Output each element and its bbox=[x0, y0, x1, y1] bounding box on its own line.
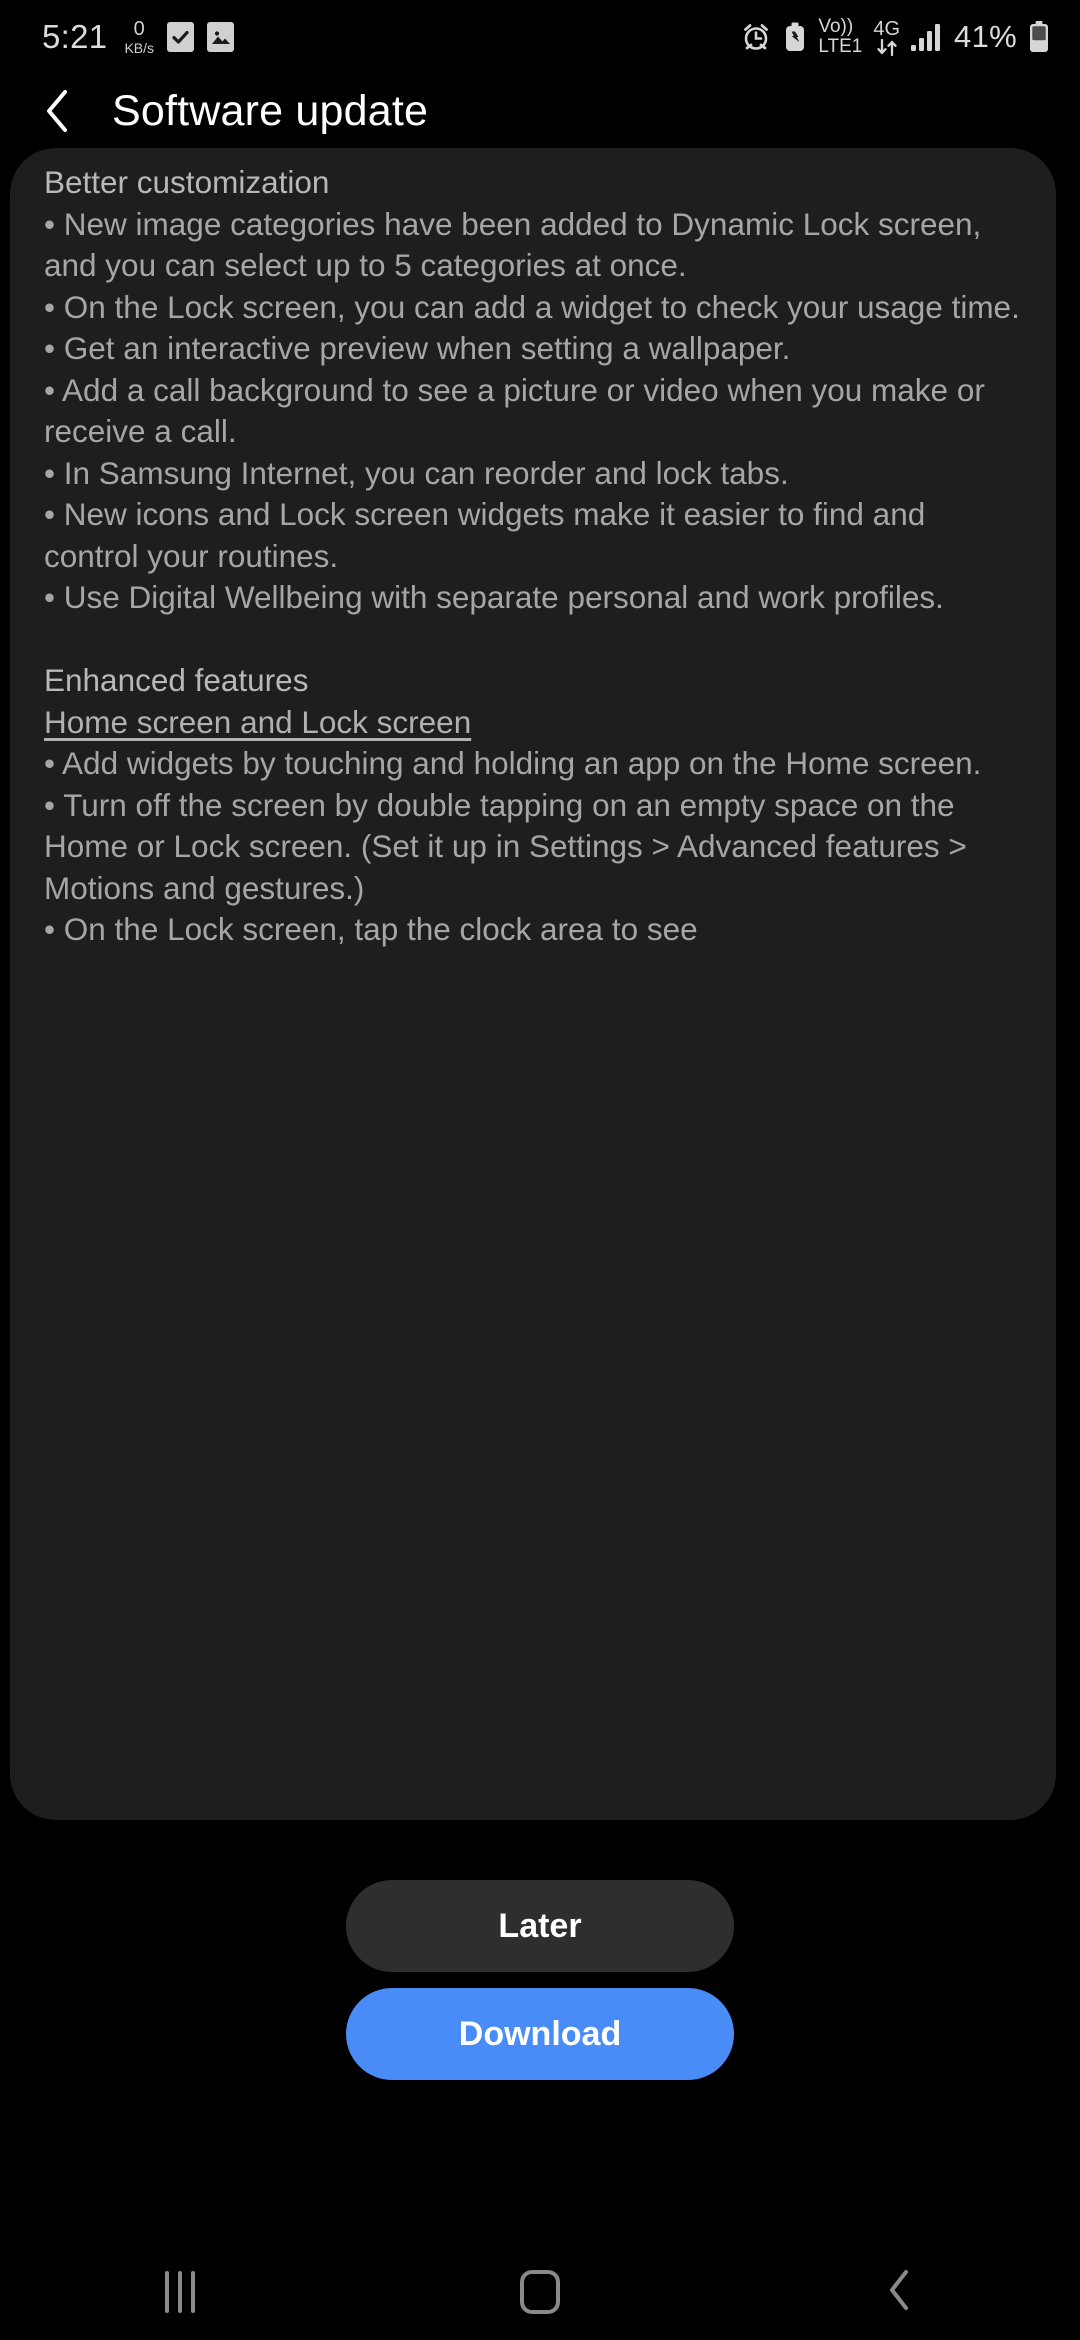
section-heading-enhanced-features: Enhanced features bbox=[44, 662, 309, 698]
list-item: • On the Lock screen, tap the clock area… bbox=[44, 911, 698, 947]
app-header: Software update bbox=[0, 74, 1080, 148]
battery-saver-icon bbox=[783, 21, 807, 53]
list-item: • New image categories have been added t… bbox=[44, 205, 982, 284]
list-item: • In Samsung Internet, you can reorder a… bbox=[44, 454, 789, 491]
release-notes-content: Better customization • New image categor… bbox=[44, 162, 1022, 951]
status-bar-right: Vo)) LTE1 4G 41% bbox=[740, 17, 1050, 56]
status-bar: 5:21 0 KB/s Vo)) LTE1 4G 41% bbox=[0, 0, 1080, 74]
battery-percent-label: 41% bbox=[954, 19, 1017, 54]
recents-icon bbox=[165, 2271, 195, 2313]
volte-label-line1: Vo)) bbox=[818, 16, 854, 38]
list-item: • Use Digital Wellbeing with separate pe… bbox=[44, 579, 944, 615]
volte-label-line2: LTE1 bbox=[818, 36, 863, 57]
system-navigation-bar bbox=[0, 2244, 1080, 2340]
data-transfer-arrows-icon bbox=[876, 38, 898, 56]
home-button[interactable] bbox=[450, 2244, 630, 2340]
page-title: Software update bbox=[112, 86, 429, 135]
network-speed-value: 0 bbox=[133, 18, 145, 40]
list-item: • Turn off the screen by double tapping … bbox=[44, 786, 967, 906]
checkbox-checked-icon bbox=[167, 22, 195, 52]
release-notes-card[interactable]: Better customization • New image categor… bbox=[10, 148, 1056, 1820]
recents-button[interactable] bbox=[90, 2244, 270, 2340]
signal-bars-icon bbox=[911, 22, 943, 52]
download-button[interactable]: Download bbox=[346, 1988, 734, 2080]
network-speed-indicator: 0 KB/s bbox=[124, 19, 154, 55]
list-item: • Get an interactive preview when settin… bbox=[44, 330, 791, 366]
list-item: • Add a call background to see a picture… bbox=[44, 371, 985, 450]
subsection-heading-home-and-lock-screen: Home screen and Lock screen bbox=[44, 703, 472, 740]
list-item: • On the Lock screen, you can add a widg… bbox=[44, 288, 1020, 325]
list-item: • Add widgets by touching and holding an… bbox=[44, 745, 982, 781]
section-heading-better-customization: Better customization bbox=[44, 164, 330, 200]
battery-icon bbox=[1028, 20, 1050, 54]
status-bar-left: 5:21 0 KB/s bbox=[42, 18, 235, 56]
back-button[interactable] bbox=[810, 2244, 990, 2340]
status-clock: 5:21 bbox=[42, 18, 108, 55]
later-button[interactable]: Later bbox=[346, 1880, 734, 1972]
network-speed-unit: KB/s bbox=[124, 40, 155, 56]
image-icon bbox=[207, 22, 235, 52]
network-type-label: 4G bbox=[873, 17, 901, 40]
list-item: • New icons and Lock screen widgets make… bbox=[44, 496, 926, 574]
alarm-icon bbox=[740, 21, 772, 53]
action-buttons: Later Download bbox=[0, 1880, 1080, 2080]
back-chevron-icon[interactable] bbox=[38, 88, 78, 134]
back-icon bbox=[887, 2268, 913, 2317]
volte-indicator: Vo)) LTE1 bbox=[818, 17, 862, 56]
network-type-indicator: 4G bbox=[873, 19, 900, 56]
home-icon bbox=[520, 2270, 560, 2314]
